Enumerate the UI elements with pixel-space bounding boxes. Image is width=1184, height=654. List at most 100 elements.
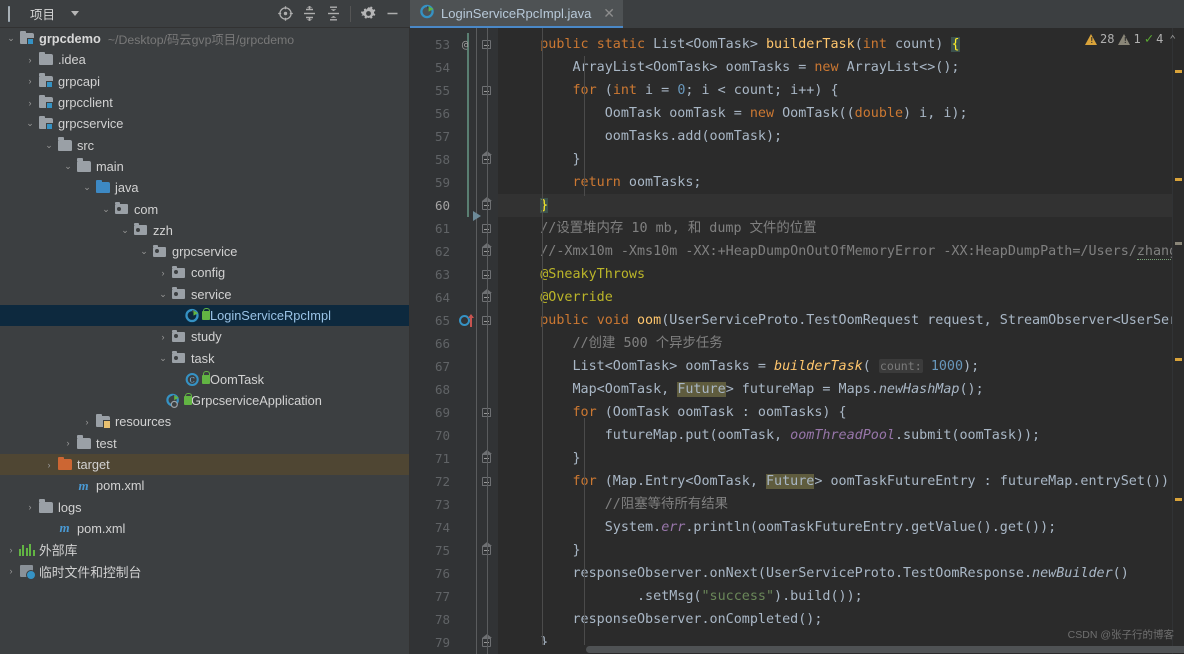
chevron-down-icon[interactable]: ⌄ [61,161,75,172]
code-line-71[interactable]: } [498,447,1184,470]
tab-loginservicerpcimpl[interactable]: LoginServiceRpcImpl.java ✕ [410,0,624,28]
code-line-75[interactable]: } [498,539,1184,562]
code-line-66[interactable]: //创建 500 个异步任务 [498,332,1184,355]
code-line-68[interactable]: Map<OomTask, Future> futureMap = Maps.ne… [498,378,1184,401]
scrollbar-thumb[interactable] [586,646,1184,653]
gutter-line-57[interactable]: 57 [410,125,498,148]
tree-row-grpcapi[interactable]: › grpcapi [0,71,409,92]
gutter-line-71[interactable]: 71 [410,447,498,470]
code-line-57[interactable]: oomTasks.add(oomTask); [498,125,1184,148]
gutter-line-56[interactable]: 56 [410,102,498,125]
tree-row-src[interactable]: ⌄ src [0,134,409,155]
tree-row--[interactable]: › 临时文件和控制台 [0,560,409,581]
code-line-76[interactable]: responseObserver.onNext(UserServiceProto… [498,562,1184,585]
code-line-70[interactable]: futureMap.put(oomTask, oomThreadPool.sub… [498,424,1184,447]
gutter-line-54[interactable]: 54 [410,56,498,79]
gutter-line-60[interactable]: 60 [410,194,498,217]
code-line-67[interactable]: List<OomTask> oomTasks = builderTask( co… [498,355,1184,378]
tree-row-resources[interactable]: › resources [0,411,409,432]
gutter-line-64[interactable]: 64 [410,286,498,309]
fold-region-end-icon[interactable] [481,243,492,256]
code-line-60[interactable]: } [498,194,1184,217]
code-line-58[interactable]: } [498,148,1184,171]
code-line-62[interactable]: //-Xmx10m -Xms10m -XX:+HeapDumpOnOutOfMe… [498,240,1184,263]
chevron-down-icon[interactable]: ⌄ [80,182,94,193]
gutter-line-65[interactable]: 65 [410,309,498,332]
inspection-widget[interactable]: 28 1 ✓ 4 ⌃ [1085,32,1176,46]
checks-indicator[interactable]: ✓ 4 [1145,32,1164,46]
gutter-line-76[interactable]: 76 [410,562,498,585]
chevron-right-icon[interactable]: › [61,438,75,448]
chevron-down-icon[interactable]: ⌄ [4,33,18,44]
gutter-line-79[interactable]: 79 [410,631,498,654]
chevron-right-icon[interactable]: › [4,545,18,555]
tree-row-pom-xml[interactable]: m pom.xml [0,475,409,496]
gutter-line-63[interactable]: 63 [410,263,498,286]
stripe-mark[interactable] [1175,242,1182,245]
chevron-down-icon[interactable] [71,11,80,16]
fold-expanded-icon[interactable] [481,224,492,238]
tree-row-loginservicerpcimpl[interactable]: LoginServiceRpcImpl [0,304,409,327]
chevron-right-icon[interactable]: › [42,460,56,470]
chevron-right-icon[interactable]: › [23,76,37,86]
chevron-down-icon[interactable]: ⌄ [42,140,56,151]
minimize-icon[interactable] [380,3,404,25]
code-editor[interactable]: 53 @54 55 56 57 58 59 60 61 62 63 64 65 66 67 68 69 70 71 7… [410,28,1184,654]
tree-row-task[interactable]: ⌄ task [0,347,409,368]
error-stripe[interactable] [1172,28,1184,654]
code-line-55[interactable]: for (int i = 0; i < count; i++) { [498,79,1184,102]
code-line-77[interactable]: .setMsg("success").build()); [498,585,1184,608]
close-icon[interactable]: ✕ [597,6,615,20]
settings-gear-icon[interactable] [356,3,380,25]
gutter-line-61[interactable]: 61 [410,217,498,240]
gutter-line-53[interactable]: 53 @ [410,33,498,56]
tree-row-logs[interactable]: › logs [0,497,409,518]
chevron-right-icon[interactable]: › [4,566,18,576]
stripe-mark[interactable] [1175,358,1182,361]
fold-region-end-icon[interactable] [481,289,492,302]
horizontal-scrollbar[interactable] [498,645,1184,654]
tree-row--[interactable]: › 外部库 [0,539,409,560]
tree-row-main[interactable]: ⌄ main [0,156,409,177]
gutter-line-77[interactable]: 77 [410,585,498,608]
code-line-61[interactable]: //设置堆内存 10 mb, 和 dump 文件的位置 [498,217,1184,240]
chevron-down-icon[interactable]: ⌄ [118,225,132,236]
gutter-line-59[interactable]: 59 [410,171,498,194]
fold-region-end-icon[interactable] [481,197,492,210]
tree-row-oomtask[interactable]: C OomTask [0,369,409,390]
chevron-right-icon[interactable]: › [23,55,37,65]
tree-row-grpcdemo[interactable]: ⌄ grpcdemo ~/Desktop/码云gvp项目/grpcdemo [0,28,409,49]
tree-row-grpcserviceapplication[interactable]: GrpcserviceApplication [0,390,409,411]
gutter-line-72[interactable]: 72 [410,470,498,493]
warning-indicator[interactable]: 28 [1085,32,1114,46]
stripe-mark[interactable] [1175,178,1182,181]
fold-expanded-icon[interactable] [481,408,492,422]
gutter-line-62[interactable]: 62 [410,240,498,263]
project-tool-title[interactable]: 项目 [8,4,80,23]
tree-row-service[interactable]: ⌄ service [0,284,409,305]
expand-all-icon[interactable] [297,3,321,25]
stripe-mark[interactable] [1175,70,1182,73]
code-line-64[interactable]: @Override [498,286,1184,309]
tree-row-zzh[interactable]: ⌄ zzh [0,220,409,241]
fold-region-end-icon[interactable] [481,450,492,463]
inspection-collapse-icon[interactable]: ⌃ [1167,33,1176,46]
override-method-icon[interactable] [459,314,474,327]
gutter-line-58[interactable]: 58 [410,148,498,171]
editor-gutter[interactable]: 53 @54 55 56 57 58 59 60 61 62 63 64 65 66 67 68 69 70 71 7… [410,28,498,654]
code-line-65[interactable]: public void oom(UserServiceProto.TestOom… [498,309,1184,332]
chevron-right-icon[interactable]: › [80,417,94,427]
chevron-down-icon[interactable]: ⌄ [137,246,151,257]
chevron-right-icon[interactable]: › [156,268,170,278]
fold-expanded-icon[interactable] [481,40,492,54]
gutter-line-67[interactable]: 67 [410,355,498,378]
code-line-54[interactable]: ArrayList<OomTask> oomTasks = new ArrayL… [498,56,1184,79]
gutter-line-75[interactable]: 75 [410,539,498,562]
tree-row-pom-xml[interactable]: m pom.xml [0,518,409,539]
chevron-right-icon[interactable]: › [23,502,37,512]
tree-row-grpcservice[interactable]: ⌄ grpcservice [0,241,409,262]
tree-row-config[interactable]: › config [0,262,409,283]
tree-row--idea[interactable]: › .idea [0,49,409,70]
gutter-line-66[interactable]: 66 [410,332,498,355]
gutter-line-69[interactable]: 69 [410,401,498,424]
